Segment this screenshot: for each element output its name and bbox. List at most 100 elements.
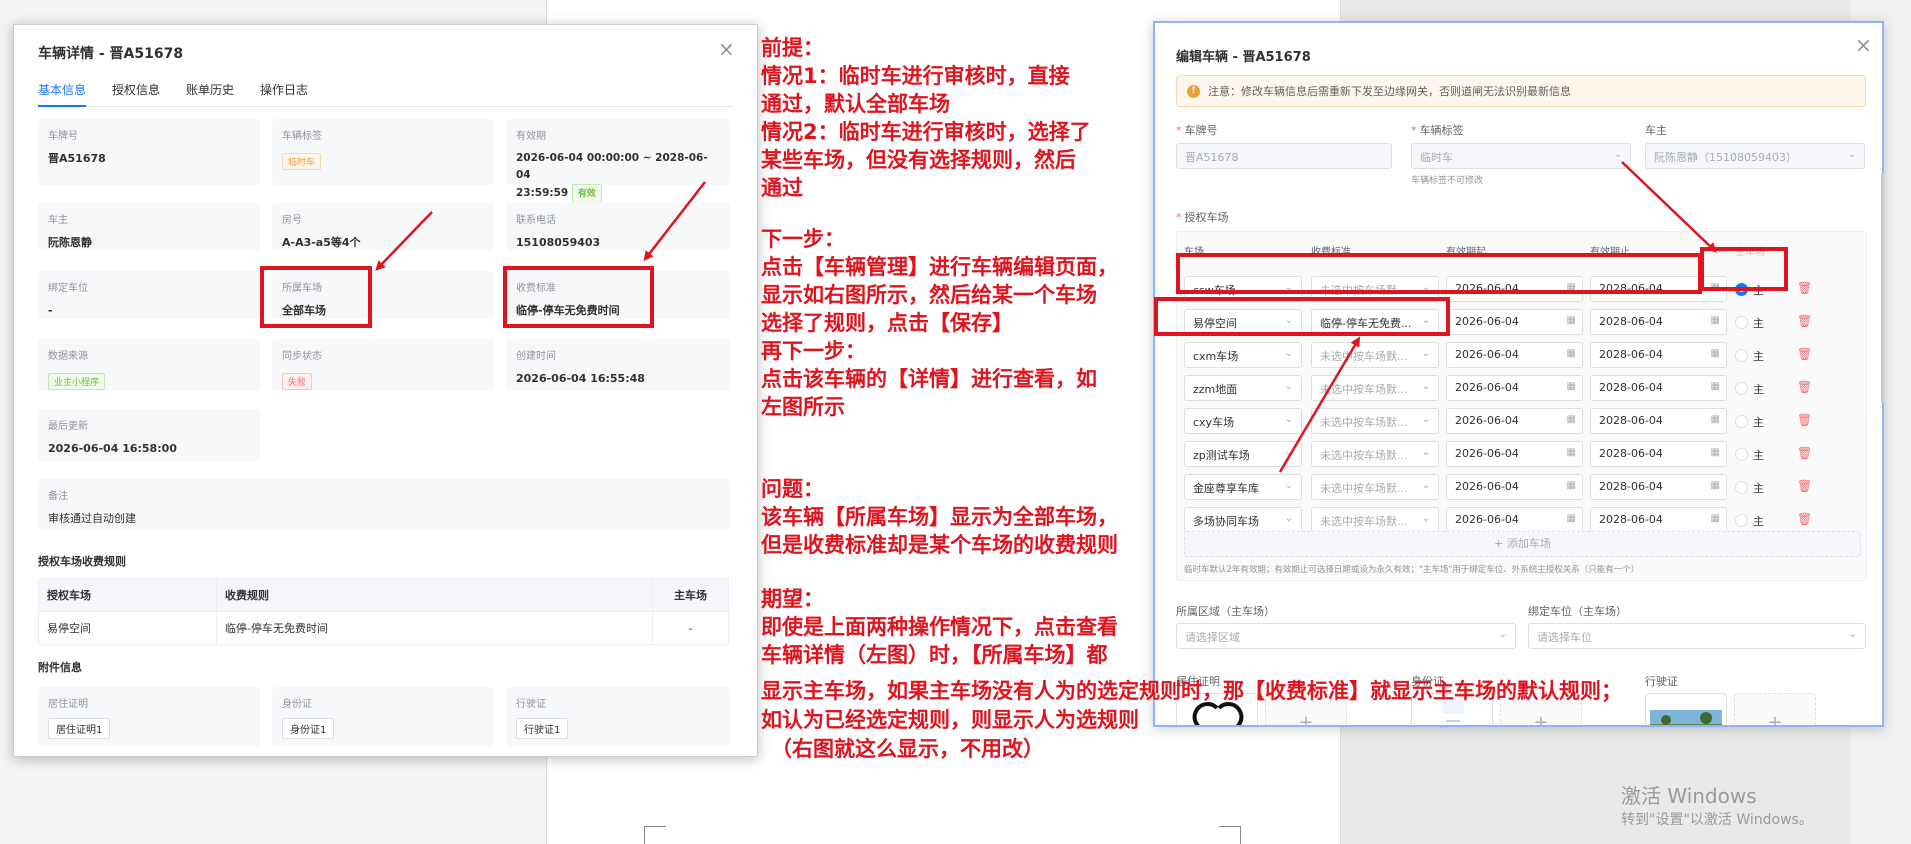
tab-bill-history[interactable]: 账单历史 (186, 77, 234, 107)
start-date-picker[interactable]: 2026-06-04 ▦ (1446, 507, 1583, 533)
sync-card: 同步状态 失败 (272, 339, 494, 391)
end-date-picker[interactable]: 2028-06-04 ▦ (1590, 474, 1727, 500)
lot-select[interactable]: zzm地面 ⌄ (1184, 375, 1302, 401)
driving-license-thumbnail[interactable] (1645, 693, 1727, 725)
tab-basic-info[interactable]: 基本信息 (38, 77, 87, 107)
trash-icon[interactable]: 🗑 (1797, 380, 1812, 394)
crop-mark (1219, 826, 1241, 844)
fee-rule-value: 未选中按车场默... (1320, 449, 1408, 462)
end-date-picker[interactable]: 2028-06-04 ▦ (1590, 441, 1727, 467)
calendar-icon: ▦ (1710, 414, 1720, 425)
attachment-link[interactable]: 行驶证1 (516, 718, 569, 739)
trash-icon[interactable]: 🗑 (1797, 446, 1812, 460)
close-icon[interactable]: × (718, 39, 735, 59)
main-lot-radio-label: 主 (1753, 515, 1764, 528)
fee-rule-select[interactable]: 未选中按车场默... ⌄ (1311, 507, 1439, 533)
annotation-line: 通过，默认全部车场 (761, 92, 950, 116)
main-lot-radio[interactable] (1735, 382, 1748, 395)
start-date-picker[interactable]: 2026-06-04 ▦ (1446, 309, 1583, 335)
end-date-picker[interactable]: 2028-06-04 ▦ (1590, 342, 1727, 368)
lot-select[interactable]: 多场协同车场 ⌄ (1184, 507, 1302, 533)
main-lot-radio[interactable] (1735, 316, 1748, 329)
plate-card: 车牌号 晋A51678 (38, 119, 260, 185)
area-select[interactable]: 请选择区域 ⌄ (1176, 623, 1516, 649)
trash-icon[interactable]: 🗑 (1797, 281, 1812, 295)
chevron-down-icon: ⌄ (1848, 629, 1857, 640)
detail-tabs: 基本信息 授权信息 账单历史 操作日志 (38, 77, 733, 107)
start-date-value: 2026-06-04 (1455, 348, 1519, 361)
start-date-picker[interactable]: 2026-06-04 ▦ (1446, 408, 1583, 434)
trash-icon[interactable]: 🗑 (1797, 413, 1812, 427)
annotation-line: 如认为已经选定规则，则显示人为选规则 (761, 708, 1139, 732)
slot-select[interactable]: 请选择车位 ⌄ (1528, 623, 1866, 649)
annotation-bottom-text: 显示主车场，如果主车场没有人为的选定规则时，那【收费标准】就显示主车场的默认规则… (761, 677, 1622, 764)
lot-name: 金座尊享车库 (1193, 482, 1259, 495)
field-label: 车辆标签 (282, 131, 322, 142)
end-date-picker[interactable]: 2028-06-04 ▦ (1590, 309, 1727, 335)
fee-rule-select[interactable]: 未选中按车场默... ⌄ (1311, 342, 1439, 368)
fee-rule-value: 未选中按车场默... (1320, 482, 1408, 495)
created-value: 2026-06-04 16:55:48 (516, 372, 645, 385)
room-card: 房号 A-A3-a5等4个 (272, 203, 494, 251)
start-date-picker[interactable]: 2026-06-04 ▦ (1446, 474, 1583, 500)
owner-select[interactable]: 阮陈恩静（15108059403） ⌄ (1645, 143, 1865, 169)
dialog-title: 车辆详情 - 晋A51678 (38, 46, 184, 62)
chevron-down-icon: ⌄ (1284, 513, 1293, 524)
fee-rule-select[interactable]: 未选中按车场默... ⌄ (1311, 375, 1439, 401)
end-date-picker[interactable]: 2028-06-04 ▦ (1590, 507, 1727, 533)
validity-card: 有效期 2026-06-04 00:00:00 ~ 2028-06-04 23:… (506, 119, 730, 205)
tab-auth-info[interactable]: 授权信息 (112, 77, 160, 107)
fee-rule-select[interactable]: 未选中按车场默... ⌄ (1311, 441, 1439, 467)
trash-icon[interactable]: 🗑 (1797, 479, 1812, 493)
lot-name: 多场协同车场 (1193, 515, 1259, 528)
sync-status-badge: 失败 (282, 373, 313, 390)
remark-card: 备注 审核通过自动创建 (38, 479, 730, 531)
main-lot-radio[interactable] (1735, 349, 1748, 362)
field-label: 备注 (48, 491, 68, 502)
field-label: 车主 (48, 215, 68, 226)
warning-icon: ! (1187, 84, 1200, 98)
main-lot-radio[interactable] (1735, 514, 1748, 527)
start-date-value: 2026-06-04 (1455, 480, 1519, 493)
table-header: 主车场 (652, 578, 729, 612)
end-date-picker[interactable]: 2028-06-04 ▦ (1590, 375, 1727, 401)
remark-value: 审核通过自动创建 (48, 512, 136, 525)
upload-button[interactable]: + (1734, 693, 1816, 725)
alert-text: 注意：修改车辆信息后需重新下发至边缘网关，否则道闸无法识别最新信息 (1208, 85, 1571, 98)
end-date-picker[interactable]: 2028-06-04 ▦ (1590, 408, 1727, 434)
start-date-picker[interactable]: 2026-06-04 ▦ (1446, 375, 1583, 401)
table-row: 易停空间 临停-停车无免费时间 - (38, 611, 729, 645)
owner-value: 阮陈恩静 (48, 236, 92, 249)
tag-select[interactable]: 临时车 ⌄ (1411, 143, 1631, 169)
phone-card: 联系电话 15108059403 (506, 203, 730, 251)
plate-input[interactable]: 晋A51678 (1176, 143, 1392, 169)
trash-icon[interactable]: 🗑 (1797, 314, 1812, 328)
lot-select[interactable]: cxy车场 ⌄ (1184, 408, 1302, 434)
calendar-icon: ▦ (1566, 414, 1576, 425)
add-lot-button[interactable]: + 添加车场 (1184, 531, 1861, 557)
fee-rule-select[interactable]: 未选中按车场默... ⌄ (1311, 408, 1439, 434)
tab-operation-log[interactable]: 操作日志 (260, 77, 308, 107)
attachment-link[interactable]: 身份证1 (282, 718, 335, 739)
lot-select[interactable]: 金座尊享车库 ⌄ (1184, 474, 1302, 500)
lot-select[interactable]: cxm车场 ⌄ (1184, 342, 1302, 368)
watermark-subtitle: 转到"设置"以激活 Windows。 (1621, 812, 1813, 828)
lot-select[interactable]: zp测试车场 ⌄ (1184, 441, 1302, 467)
main-lot-radio[interactable] (1735, 481, 1748, 494)
main-lot-radio[interactable] (1735, 415, 1748, 428)
trash-icon[interactable]: 🗑 (1797, 347, 1812, 361)
landscape-image (1650, 710, 1722, 725)
dialog-scrollbar[interactable] (1881, 23, 1884, 663)
main-lot-radio[interactable] (1735, 448, 1748, 461)
end-date-value: 2028-06-04 (1599, 348, 1663, 361)
fee-rule-select[interactable]: 未选中按车场默... ⌄ (1311, 474, 1439, 500)
attachment-link[interactable]: 居住证明1 (48, 718, 111, 739)
end-date-value: 2028-06-04 (1599, 513, 1663, 526)
start-date-picker[interactable]: 2026-06-04 ▦ (1446, 441, 1583, 467)
calendar-icon: ▦ (1566, 480, 1576, 491)
trash-icon[interactable]: 🗑 (1797, 512, 1812, 526)
start-date-picker[interactable]: 2026-06-04 ▦ (1446, 342, 1583, 368)
annotation-line: 显示主车场，如果主车场没有人为的选定规则时，那【收费标准】就显示主车场的默认规则… (761, 679, 1622, 703)
lot-name: zp测试车场 (1193, 449, 1250, 462)
close-icon[interactable]: × (1855, 35, 1872, 55)
